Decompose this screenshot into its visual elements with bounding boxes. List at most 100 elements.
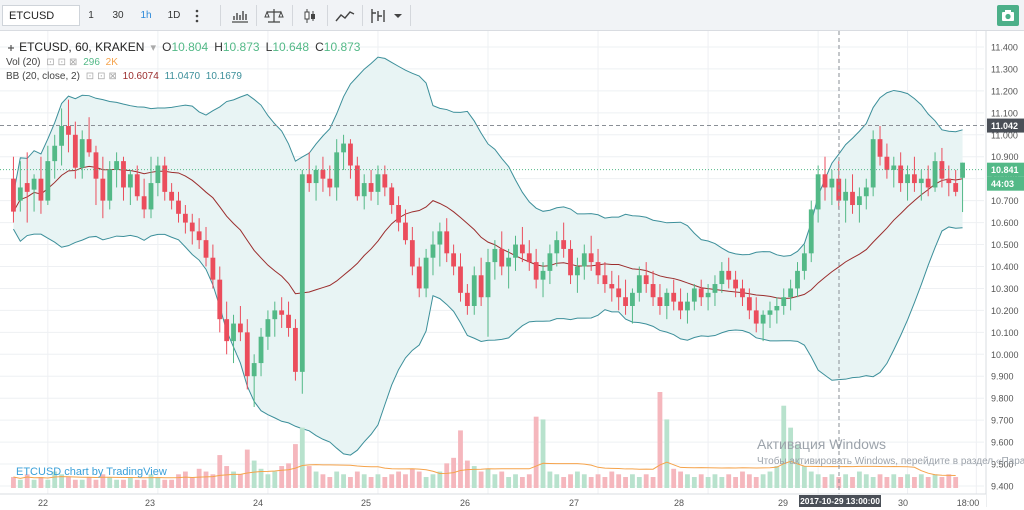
interval-1-button[interactable]: 1	[82, 5, 100, 26]
volume-bar	[918, 474, 924, 488]
volume-bar	[698, 474, 704, 488]
candle-body	[602, 275, 608, 285]
volume-bar	[884, 477, 890, 488]
time-tick-label: 18:00	[957, 498, 980, 507]
volume-bar	[568, 474, 573, 488]
candle-body	[953, 183, 959, 192]
legend-bb: BB (20, close, 2) ⊡ ⊡ ⊠ 10.6074 11.0470 10…	[6, 71, 245, 82]
price-tick-label: 10.600	[991, 218, 1019, 228]
candle-body	[712, 284, 718, 293]
volume-bar	[320, 474, 326, 488]
candle-body	[169, 191, 175, 201]
candle-body	[286, 314, 291, 328]
candle-body	[341, 143, 346, 153]
candle-body	[348, 143, 353, 166]
more-vert-icon[interactable]	[190, 6, 204, 26]
chevron-small-icon[interactable]: ▾	[151, 42, 157, 54]
volume-bar	[409, 468, 415, 488]
settings-icon[interactable]: ⊡	[86, 71, 94, 82]
volume-bar	[905, 474, 910, 488]
time-tick-label: 29	[778, 498, 788, 507]
candle-body	[79, 139, 85, 168]
volume-bar	[38, 477, 44, 488]
candle-body	[726, 270, 732, 280]
time-tick-label: 25	[361, 498, 371, 507]
candle-body	[478, 275, 484, 298]
candle-body	[279, 310, 285, 315]
candle-body	[540, 270, 546, 280]
volume-bar	[169, 479, 175, 488]
close-icon[interactable]: ⊠	[108, 71, 116, 82]
candle-body	[492, 248, 498, 263]
ohlc-c-label: C	[315, 40, 324, 54]
volume-bar	[244, 449, 250, 488]
collapse-icon[interactable]	[6, 43, 16, 53]
vol-value: 296	[83, 57, 100, 68]
volume-bar	[664, 419, 670, 488]
chevron-down-icon[interactable]	[391, 6, 405, 26]
volume-bar	[712, 474, 718, 488]
volume-bar	[850, 477, 855, 488]
settings-icon[interactable]: ⊡	[58, 57, 66, 68]
volume-bar	[746, 474, 752, 488]
candle-body	[643, 275, 649, 285]
volume-bar	[547, 471, 553, 488]
candle-body	[960, 162, 965, 178]
candle-body	[788, 288, 794, 298]
volume-bar	[671, 468, 677, 488]
candle-body	[843, 191, 849, 201]
candle-body	[237, 323, 243, 333]
close-icon[interactable]: ⊠	[69, 57, 77, 68]
candle-body	[444, 231, 450, 254]
candles-icon[interactable]	[299, 6, 321, 26]
price-tick-label: 11.300	[991, 64, 1018, 74]
candle-body	[905, 174, 910, 184]
volume-bar	[870, 477, 876, 488]
interval-1h-button[interactable]: 1h	[134, 5, 158, 26]
volume-bar	[182, 471, 188, 488]
time-tick-label: 30	[898, 498, 908, 507]
time-tick-label: 28	[674, 498, 684, 507]
ohlc-h-value: 10.873	[222, 40, 260, 54]
settings-icon[interactable]: ⊡	[97, 71, 105, 82]
candle-body	[657, 297, 663, 306]
camera-icon[interactable]	[997, 5, 1019, 26]
line-chart-icon[interactable]	[334, 6, 356, 26]
symbol-search-input[interactable]: ETCUSD	[2, 5, 80, 26]
volume-bar	[458, 430, 463, 488]
candle-body	[630, 292, 635, 306]
volume-bar	[176, 474, 181, 488]
settings-icon[interactable]: ⊡	[46, 57, 54, 68]
candle-body	[760, 314, 766, 324]
candle-body	[134, 174, 140, 197]
volume-bar	[561, 477, 567, 488]
volume-bar	[368, 477, 374, 488]
indicators-icon[interactable]	[367, 6, 389, 26]
candle-body	[38, 178, 44, 201]
interval-1d-button[interactable]: 1D	[162, 5, 186, 26]
candle-body	[114, 161, 120, 170]
bb-lower-value: 10.1679	[205, 71, 242, 82]
volume-bar	[719, 477, 725, 488]
candle-body	[650, 284, 656, 298]
interval-30-button[interactable]: 30	[106, 5, 130, 26]
scales-icon[interactable]	[263, 6, 285, 26]
volume-bar	[485, 468, 491, 488]
price-tick-label: 10.100	[991, 328, 1019, 338]
bar-chart-icon[interactable]	[229, 6, 251, 26]
candle-body	[575, 266, 580, 276]
volume-bar	[444, 463, 450, 488]
candle-body	[609, 284, 615, 289]
volume-bar	[416, 471, 422, 488]
volume-bar	[760, 474, 766, 488]
volume-bar	[396, 471, 401, 488]
candle-body	[409, 240, 415, 267]
volume-bar	[636, 477, 642, 488]
candle-body	[396, 205, 401, 223]
volume-bar	[272, 471, 278, 488]
volume-bar	[45, 479, 51, 488]
volume-bar	[189, 477, 195, 488]
brand-link[interactable]: ETCUSD chart by TradingView	[16, 466, 167, 478]
crosshair-price-tag: 11.042	[991, 121, 1018, 131]
volume-bar	[705, 477, 711, 488]
